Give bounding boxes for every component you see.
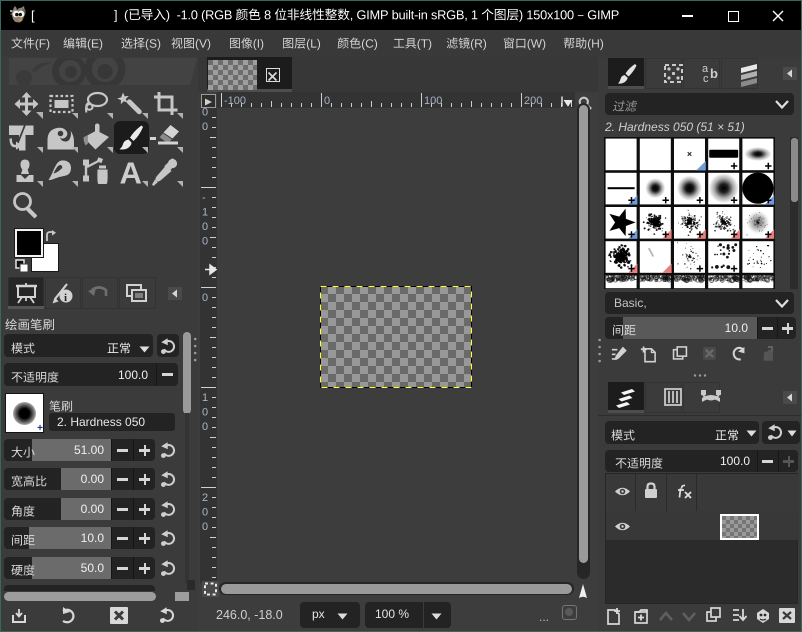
svg-text:c: c <box>703 73 709 85</box>
svg-text:0: 0 <box>202 421 208 433</box>
svg-text:0: 0 <box>202 221 208 233</box>
svg-text:0: 0 <box>202 521 208 533</box>
svg-text:0: 0 <box>202 236 208 248</box>
svg-text:0: 0 <box>202 108 208 119</box>
svg-text:-: - <box>202 192 206 204</box>
svg-text:A: A <box>120 156 142 191</box>
svg-text:0: 0 <box>202 292 208 304</box>
svg-text:0: 0 <box>202 507 208 519</box>
svg-text:-100: -100 <box>224 95 246 107</box>
svg-text:1: 1 <box>202 207 208 219</box>
svg-text:b: b <box>710 66 718 81</box>
svg-text:100: 100 <box>424 95 442 107</box>
svg-text:0: 0 <box>202 407 208 419</box>
svg-text:0: 0 <box>324 95 330 107</box>
svg-text:0: 0 <box>202 121 208 133</box>
svg-text:i: i <box>64 292 67 304</box>
svg-text:2: 2 <box>202 492 208 504</box>
svg-text:1: 1 <box>202 392 208 404</box>
svg-text:200: 200 <box>524 95 542 107</box>
